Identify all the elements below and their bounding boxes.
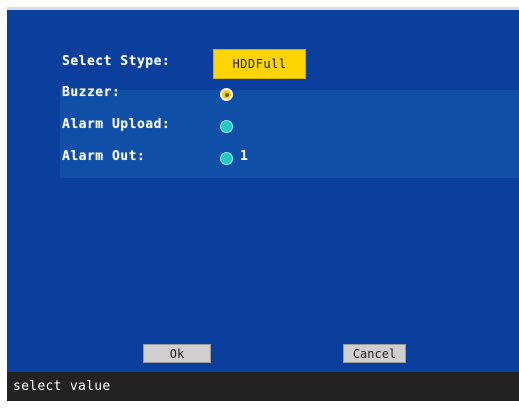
options-band (60, 90, 519, 178)
buzzer-label: Buzzer: (62, 85, 121, 100)
status-text: select value (13, 379, 111, 394)
alarm-out-label: Alarm Out: (62, 149, 146, 164)
cancel-button[interactable]: Cancel (343, 344, 406, 363)
alarm-out-channel: 1 (240, 149, 248, 164)
alarm-out-radio[interactable] (220, 152, 233, 165)
stype-select[interactable]: HDDFull (213, 49, 306, 79)
alarm-upload-label: Alarm Upload: (62, 117, 171, 132)
buzzer-radio[interactable] (220, 88, 233, 101)
alarm-upload-radio[interactable] (220, 120, 233, 133)
stype-label: Select Stype: (62, 54, 171, 69)
status-bar: select value (7, 372, 519, 401)
ok-button[interactable]: Ok (143, 344, 211, 363)
screen: Select Stype: HDDFull Buzzer: Alarm Uplo… (0, 0, 519, 408)
